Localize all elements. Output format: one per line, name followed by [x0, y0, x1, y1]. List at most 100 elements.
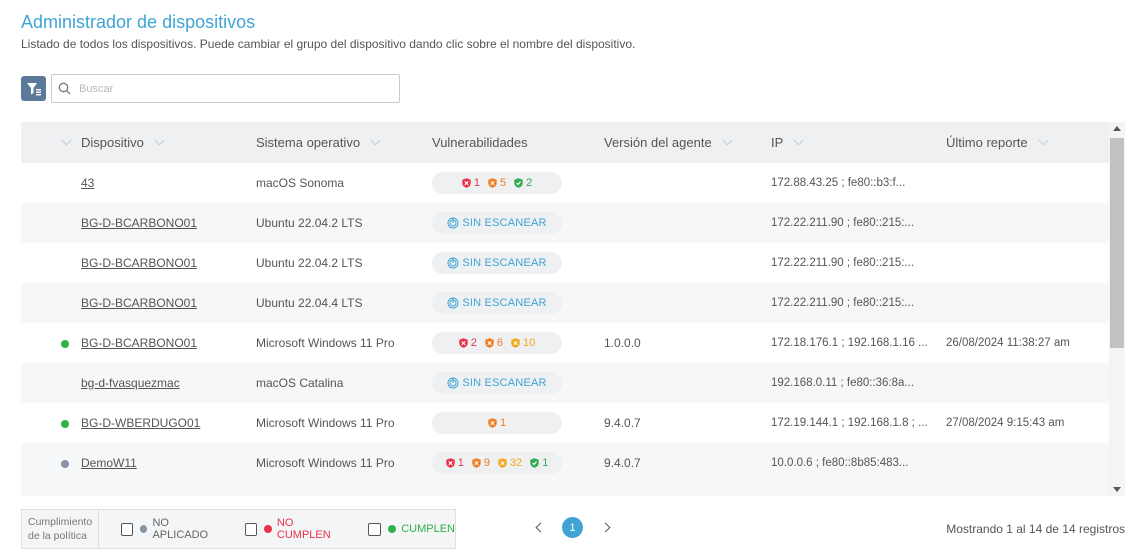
table-row: DemoW11 Microsoft Windows 11 Pro 1 9 32 1 9.4.…	[21, 443, 1109, 483]
vulnerability-summary[interactable]: 1 9 32 1	[432, 452, 562, 474]
checkbox[interactable]	[368, 522, 382, 536]
column-ip[interactable]: IP	[771, 122, 804, 163]
chevron-down-icon	[793, 135, 804, 146]
os-cell: Ubuntu 22.04.2 LTS	[256, 216, 363, 230]
column-label: Vulnerabilidades	[432, 135, 528, 150]
device-name-link[interactable]: 43	[81, 163, 94, 203]
search-icon	[58, 82, 71, 95]
search-box[interactable]	[51, 74, 400, 103]
chevron-down-icon	[370, 135, 381, 146]
device-name-link[interactable]: DemoW11	[81, 443, 137, 483]
status-dot-icon	[139, 525, 148, 533]
last-report-cell: 27/08/2024 9:15:43 am	[946, 417, 1065, 429]
shield-icon	[462, 178, 474, 188]
agent-version-cell: 9.4.0.7	[604, 416, 641, 430]
vulnerability-count: 1	[499, 417, 507, 429]
vulnerabilities-cell: 2 6 10	[432, 323, 562, 363]
next-page-button[interactable]	[595, 518, 615, 538]
checkbox[interactable]	[120, 522, 133, 536]
os-cell: Microsoft Windows 11 Pro	[256, 456, 395, 470]
vulnerability-badge-medium: 32	[498, 457, 522, 469]
policy-compliance-legend: Cumplimiento de la política NO APLICADO …	[21, 509, 456, 549]
scan-icon	[447, 217, 459, 229]
vulnerability-count: 1	[473, 177, 480, 189]
devices-table: Dispositivo Sistema operativo Vulnerabil…	[21, 122, 1125, 496]
vulnerability-summary[interactable]: 1 5 2	[432, 172, 562, 194]
table-scrollbar[interactable]	[1109, 122, 1125, 496]
scan-icon	[447, 377, 459, 389]
vulnerabilities-cell: SIN ESCANEAR	[432, 203, 562, 243]
shield-icon	[498, 458, 510, 468]
not-scanned-label: SIN ESCANEAR	[462, 257, 547, 269]
legend-filter-compliant[interactable]: CUMPLEN	[368, 522, 456, 536]
legend-label: CUMPLEN	[401, 523, 456, 535]
shield-icon	[488, 178, 500, 188]
scan-icon	[447, 297, 459, 309]
select-column-sort[interactable]	[51, 122, 72, 163]
device-name-link[interactable]: BG-D-BCARBONO01	[81, 243, 197, 283]
column-device[interactable]: Dispositivo	[81, 122, 165, 163]
vulnerability-badge-high: 6	[485, 337, 503, 349]
scroll-thumb[interactable]	[1110, 138, 1124, 348]
shield-icon	[488, 418, 500, 428]
vulnerability-summary[interactable]: 1	[432, 412, 562, 434]
search-input[interactable]	[79, 82, 379, 95]
checkbox[interactable]	[244, 522, 258, 536]
filter-icon	[26, 82, 41, 95]
vulnerability-count: 1	[457, 457, 464, 469]
ip-cell: 192.168.0.11 ; fe80::36:8a...	[771, 377, 915, 389]
legend-filter-non-compliant[interactable]: NO CUMPLEN	[244, 517, 346, 541]
shield-icon	[445, 458, 458, 468]
not-scanned-badge[interactable]: SIN ESCANEAR	[432, 212, 562, 234]
page-number-button[interactable]: 1	[562, 517, 583, 538]
os-cell: Microsoft Windows 11 Pro	[256, 416, 395, 430]
agent-version-cell: 9.4.0.7	[604, 456, 641, 470]
not-scanned-badge[interactable]: SIN ESCANEAR	[432, 372, 562, 394]
previous-page-button[interactable]	[530, 518, 550, 538]
vulnerability-badge-critical: 1	[445, 457, 464, 469]
ip-cell: 172.88.43.25 ; fe80::b3:f...	[771, 177, 906, 189]
status-dot-icon	[61, 420, 69, 428]
column-last-report[interactable]: Último reporte	[946, 122, 1049, 163]
chevron-down-icon	[154, 135, 165, 146]
page-subtitle: Listado de todos los dispositivos. Puede…	[21, 37, 636, 51]
vulnerability-badge-high: 5	[488, 177, 506, 189]
os-cell: Ubuntu 22.04.4 LTS	[256, 296, 363, 310]
table-row: 43 macOS Sonoma 1 5 2 172.88.43.25 ; fe80::b3…	[21, 163, 1109, 203]
ip-cell: 172.18.176.1 ; 192.168.1.16 ...	[771, 337, 928, 349]
chevron-right-icon	[600, 522, 610, 533]
status-dot-icon	[264, 525, 272, 533]
not-scanned-badge[interactable]: SIN ESCANEAR	[432, 292, 562, 314]
column-vulnerabilities: Vulnerabilidades	[432, 122, 528, 163]
table-row: BG-D-BCARBONO01 Ubuntu 22.04.2 LTS SIN ESC…	[21, 203, 1109, 243]
vulnerability-summary[interactable]: 2 6 10	[432, 332, 562, 354]
not-scanned-label: SIN ESCANEAR	[462, 297, 547, 309]
column-label: Último reporte	[946, 135, 1028, 150]
vulnerabilities-cell: SIN ESCANEAR	[432, 283, 562, 323]
filter-button[interactable]	[21, 76, 46, 101]
table-row: BG-D-BCARBONO01 Ubuntu 22.04.2 LTS SIN ESC…	[21, 243, 1109, 283]
shield-icon	[530, 458, 542, 468]
device-name-link[interactable]: bg-d-fvasquezmac	[81, 363, 180, 403]
status-dot-icon	[61, 340, 69, 348]
agent-version-cell: 1.0.0.0	[604, 336, 641, 350]
shield-icon	[485, 338, 497, 348]
scroll-down-arrow-icon[interactable]	[1113, 487, 1121, 492]
not-scanned-badge[interactable]: SIN ESCANEAR	[432, 252, 562, 274]
device-name-link[interactable]: BG-D-WBERDUGO01	[81, 403, 200, 443]
os-cell: Ubuntu 22.04.2 LTS	[256, 256, 363, 270]
device-name-link[interactable]: BG-D-BCARBONO01	[81, 203, 197, 243]
status-dot-icon	[61, 460, 69, 468]
device-name-link[interactable]: BG-D-BCARBONO01	[81, 283, 197, 323]
device-name-link[interactable]: BG-D-BCARBONO01	[81, 323, 197, 363]
os-cell: Microsoft Windows 11 Pro	[256, 336, 395, 350]
column-os[interactable]: Sistema operativo	[256, 122, 381, 163]
shield-icon	[514, 178, 526, 188]
table-row: bg-d-fvasquezmac macOS Catalina SIN ESCANE…	[21, 363, 1109, 403]
pagination: 1	[530, 517, 615, 538]
not-scanned-label: SIN ESCANEAR	[462, 217, 547, 229]
scroll-up-arrow-icon[interactable]	[1113, 126, 1121, 131]
legend-filter-not-applied[interactable]: NO APLICADO	[120, 517, 223, 541]
column-agent-version[interactable]: Versión del agente	[604, 122, 733, 163]
vulnerabilities-cell: SIN ESCANEAR	[432, 363, 562, 403]
